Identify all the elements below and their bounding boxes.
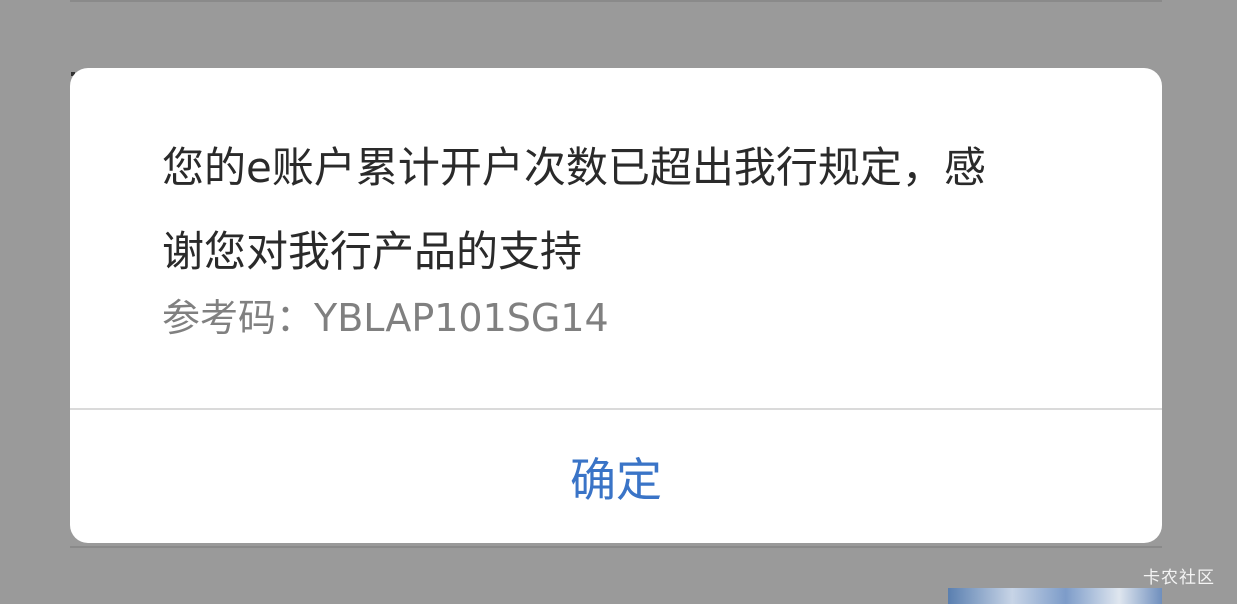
background-page-edge-top <box>70 0 1162 2</box>
reference-code-line: 参考码：YBLAP101SG14 <box>162 290 609 346</box>
reference-code-value: YBLAP101SG14 <box>314 296 609 340</box>
watermark: 卡农社区 <box>1143 568 1215 588</box>
reference-code-label: 参考码： <box>162 296 315 340</box>
background-image-fragment <box>948 588 1162 604</box>
background-page-edge-bottom <box>70 546 1162 548</box>
alert-message: 您的e账户累计开户次数已超出我行规定，感谢您对我行产品的支持 <box>162 143 986 276</box>
confirm-button[interactable]: 确定 <box>70 410 1162 543</box>
alert-dialog: 您的e账户累计开户次数已超出我行规定，感谢您对我行产品的支持 参考码：YBLAP… <box>70 68 1162 543</box>
